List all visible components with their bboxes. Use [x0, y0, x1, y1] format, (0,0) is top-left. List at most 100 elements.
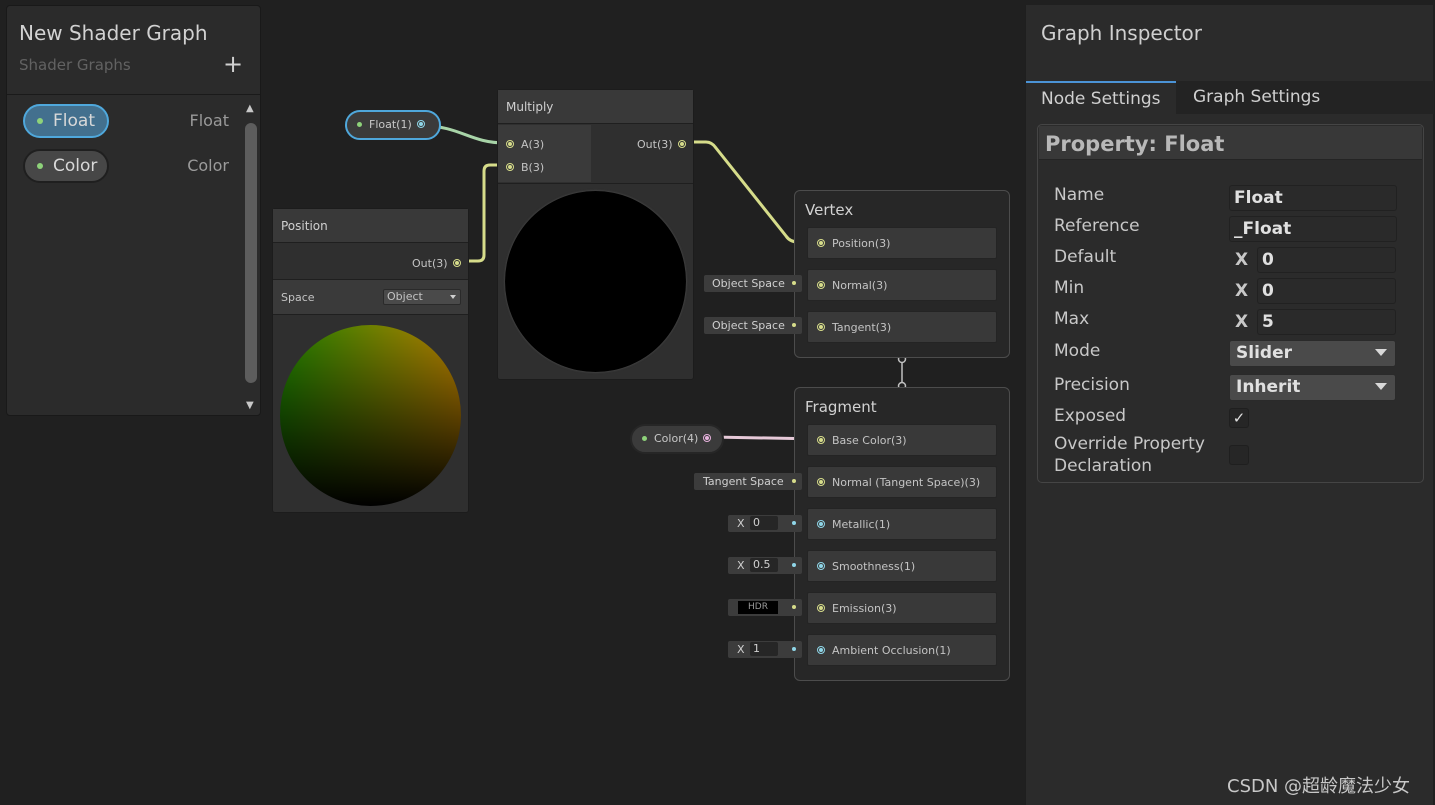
block-label: Tangent(3)	[832, 321, 892, 334]
multiply-inputs	[498, 125, 591, 182]
input-port-icon[interactable]	[817, 646, 825, 654]
input-port-icon[interactable]	[817, 281, 825, 289]
blackboard-subtitle: Shader Graphs	[19, 56, 131, 74]
default-field[interactable]: 0	[1257, 247, 1396, 273]
block-label: Position(3)	[832, 237, 891, 250]
port-b-label: B(3)	[521, 161, 545, 174]
occlusion-value[interactable]: 1	[750, 642, 778, 656]
input-port-icon[interactable]	[817, 239, 825, 247]
multiply-node[interactable]: Multiply A(3) B(3) Out(3)	[497, 89, 694, 380]
fragment-block-base-color[interactable]: Base Color(3)	[807, 424, 997, 456]
property-dot-icon	[37, 163, 43, 169]
scroll-down-icon[interactable]: ▼	[246, 400, 254, 411]
wire-dot-icon	[792, 281, 796, 285]
property-pill-label: Float	[53, 111, 95, 131]
position-preview	[280, 325, 461, 506]
space-dropdown[interactable]: Object	[383, 289, 461, 305]
x-label: X	[737, 643, 745, 656]
mode-value: Slider	[1236, 343, 1292, 363]
blackboard-property-row[interactable]: Color Color	[21, 149, 233, 185]
wire-dot-icon	[792, 605, 796, 609]
smoothness-input[interactable]: X 0.5	[728, 557, 802, 574]
float-property-label: Float(1)	[369, 118, 412, 131]
x-label: X	[737, 559, 745, 572]
output-port-icon[interactable]	[678, 140, 686, 148]
property-pill-float[interactable]: Float	[23, 104, 109, 138]
input-port-icon[interactable]	[506, 163, 514, 171]
tangent-space-input[interactable]: Object Space	[704, 317, 802, 334]
output-port-icon[interactable]	[417, 120, 425, 128]
input-port-icon[interactable]	[817, 478, 825, 486]
name-field[interactable]: Float	[1229, 185, 1397, 211]
fragment-block-normal[interactable]: Normal (Tangent Space)(3)	[807, 466, 997, 498]
reference-field[interactable]: _Float	[1229, 216, 1397, 242]
occlusion-input[interactable]: X 1	[728, 641, 802, 658]
override-checkbox[interactable]	[1229, 445, 1249, 465]
precision-label: Precision	[1054, 375, 1130, 395]
input-port-icon[interactable]	[817, 562, 825, 570]
metallic-value[interactable]: 0	[750, 516, 778, 530]
fragment-block-occlusion[interactable]: Ambient Occlusion(1)	[807, 634, 997, 666]
input-value: Object Space	[712, 319, 785, 332]
position-space-row: Space Object	[273, 279, 468, 315]
exposed-checkbox[interactable]: ✓	[1229, 408, 1249, 428]
min-field[interactable]: 0	[1257, 278, 1396, 304]
output-port-icon[interactable]	[453, 259, 461, 267]
watermark: CSDN @超龄魔法少女	[1227, 776, 1411, 797]
override-label-line1: Override Property	[1054, 434, 1205, 454]
x-label: X	[1235, 312, 1249, 332]
emission-input[interactable]: HDR	[728, 599, 802, 616]
min-label: Min	[1054, 278, 1085, 298]
chevron-down-icon	[1375, 383, 1387, 390]
hdr-color-swatch[interactable]: HDR	[738, 601, 778, 614]
vertex-block-normal[interactable]: Normal(3)	[807, 269, 997, 301]
vertex-block-tangent[interactable]: Tangent(3)	[807, 311, 997, 343]
wire-dot-icon	[792, 479, 796, 483]
default-label: Default	[1054, 247, 1117, 267]
scroll-up-icon[interactable]: ▲	[246, 103, 254, 114]
property-pill-color[interactable]: Color	[23, 149, 109, 183]
smoothness-value[interactable]: 0.5	[750, 558, 778, 572]
float-property-node[interactable]: Float(1)	[345, 110, 441, 140]
mode-label: Mode	[1054, 341, 1101, 361]
property-dot-icon	[642, 436, 647, 441]
precision-dropdown[interactable]: Inherit	[1229, 374, 1396, 401]
fragment-block-smoothness[interactable]: Smoothness(1)	[807, 550, 997, 582]
tab-node-settings[interactable]: Node Settings	[1026, 81, 1176, 114]
tab-graph-settings[interactable]: Graph Settings	[1178, 81, 1335, 114]
input-port-icon[interactable]	[817, 604, 825, 612]
max-label: Max	[1054, 309, 1090, 329]
input-port-icon[interactable]	[817, 520, 825, 528]
space-label: Space	[281, 291, 315, 304]
block-label: Smoothness(1)	[832, 560, 916, 573]
metallic-input[interactable]: X 0	[728, 515, 802, 532]
position-node[interactable]: Position Out(3) Space Object	[272, 208, 469, 513]
inspector-tabs: Node Settings Graph Settings	[1026, 81, 1434, 114]
block-label: Metallic(1)	[832, 518, 891, 531]
input-port-icon[interactable]	[506, 140, 514, 148]
normal-tangent-space-input[interactable]: Tangent Space	[694, 473, 802, 490]
fragment-block-metallic[interactable]: Metallic(1)	[807, 508, 997, 540]
plus-icon[interactable]: +	[223, 50, 243, 78]
property-panel: Property: Float Name Float Reference _Fl…	[1037, 124, 1424, 483]
x-label: X	[737, 517, 745, 530]
override-label-line2: Declaration	[1054, 456, 1153, 476]
multiply-node-title: Multiply	[498, 90, 693, 124]
chevron-down-icon	[1375, 349, 1387, 356]
fragment-block-emission[interactable]: Emission(3)	[807, 592, 997, 624]
precision-value: Inherit	[1236, 377, 1301, 397]
port-out-label: Out(3)	[412, 257, 448, 270]
input-port-icon[interactable]	[817, 436, 825, 444]
mode-dropdown[interactable]: Slider	[1229, 340, 1396, 367]
output-port-icon[interactable]	[703, 434, 711, 442]
scrollbar-thumb[interactable]	[245, 123, 257, 383]
input-port-icon[interactable]	[817, 323, 825, 331]
block-label: Normal (Tangent Space)(3)	[832, 476, 981, 489]
max-field[interactable]: 5	[1257, 309, 1396, 335]
normal-space-input[interactable]: Object Space	[704, 275, 802, 292]
vertex-block-position[interactable]: Position(3)	[807, 227, 997, 259]
color-property-node[interactable]: Color(4)	[630, 424, 724, 454]
blackboard-scrollbar[interactable]: ▲ ▼	[244, 101, 258, 413]
blackboard-property-row[interactable]: Float Float	[21, 104, 233, 140]
blackboard-panel: New Shader Graph Shader Graphs + Float F…	[6, 5, 261, 416]
